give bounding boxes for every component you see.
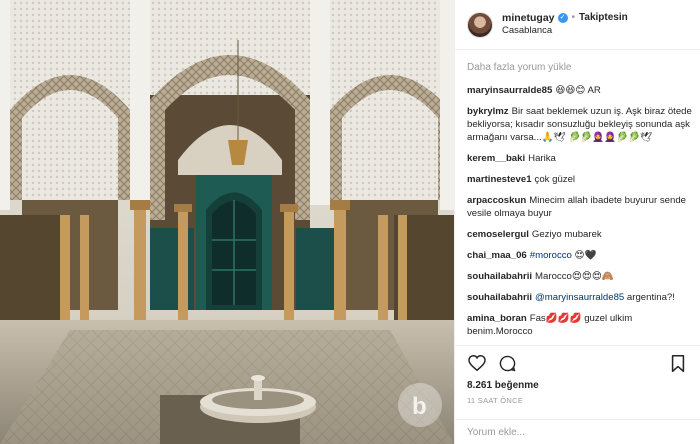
add-comment-input[interactable] (467, 427, 688, 438)
header-info: minetugay ✓ • Takiptesin Casablanca (502, 11, 628, 38)
comment-text: Marocco😍😍😍🙈 (535, 271, 614, 282)
comment-username[interactable]: kerem__baki (467, 153, 525, 164)
post-sidebar: minetugay ✓ • Takiptesin Casablanca Daha… (454, 0, 700, 444)
comment-text: argentina?! (626, 292, 675, 303)
comment-username[interactable]: souhailabahrii (467, 292, 532, 303)
comment-text: 😆😆😊 AR (555, 85, 601, 96)
verified-badge-icon: ✓ (557, 13, 568, 24)
comment-item: bykrylmz Bir saat beklemek uzun iş. Aşk b… (467, 105, 692, 144)
bookmark-icon[interactable] (668, 353, 688, 373)
comment-item: maryinsaurralde85 😆😆😊 AR (467, 84, 692, 97)
comment-username[interactable]: martinesteve1 (467, 174, 532, 185)
post-header: minetugay ✓ • Takiptesin Casablanca (455, 0, 700, 50)
comment-text: Geziyo mubarek (531, 229, 602, 240)
instagram-post: b minetugay ✓ • Takiptesin Casablanca Da… (0, 0, 700, 444)
moroccan-courtyard-image: b (0, 0, 454, 444)
comment-item: cemoselergul Geziyo mubarek (467, 228, 692, 241)
action-bar: 8.261 beğenme 11 SAAT ÖNCE (455, 345, 700, 405)
comment-mention[interactable]: #morocco (530, 250, 572, 261)
comment-mention[interactable]: @maryinsaurralde85 (535, 292, 624, 303)
heart-icon[interactable] (467, 353, 487, 373)
load-more-comments-button[interactable]: Daha fazla yorum yükle (467, 62, 692, 73)
comment-username[interactable]: amina_boran (467, 313, 527, 324)
comment-username[interactable]: chai_maa_06 (467, 250, 527, 261)
comment-username[interactable]: arpaccoskun (467, 195, 526, 206)
comment-item: arpaccoskun Minecim allah ibadete buyurur… (467, 194, 692, 220)
comment-item: kerem__baki Harika (467, 152, 692, 165)
following-button[interactable]: Takiptesin (579, 11, 628, 25)
comment-text: çok güzel (534, 174, 576, 185)
comment-item: chai_maa_06 #morocco 😍🖤 (467, 249, 692, 262)
username-link[interactable]: minetugay (502, 11, 555, 25)
comment-item: souhailabahrii @maryinsaurralde85 argenti… (467, 291, 692, 304)
likes-count[interactable]: 8.261 beğenme (455, 374, 700, 391)
comment-username[interactable]: cemoselergul (467, 229, 529, 240)
avatar[interactable] (467, 11, 493, 38)
comment-username[interactable]: souhailabahrii (467, 271, 532, 282)
comments-container: maryinsaurralde85 😆😆😊 AR bykrylmz Bir saat … (467, 84, 692, 338)
add-comment-area (455, 419, 700, 444)
header-row: minetugay ✓ • Takiptesin (502, 11, 628, 25)
separator-dot: • (571, 12, 576, 24)
post-timestamp[interactable]: 11 SAAT ÖNCE (455, 391, 700, 405)
comment-item: martinesteve1 çok güzel (467, 173, 692, 186)
comment-text: 😍🖤 (574, 250, 597, 261)
comment-username[interactable]: bykrylmz (467, 106, 509, 117)
location-link[interactable]: Casablanca (502, 25, 628, 38)
action-icons (455, 346, 700, 374)
comment-username[interactable]: maryinsaurralde85 (467, 85, 552, 96)
comments-list[interactable]: Daha fazla yorum yükle maryinsaurralde85… (467, 62, 692, 345)
post-photo[interactable]: b (0, 0, 454, 444)
watermark-logo: b (412, 393, 427, 420)
comment-text: Harika (528, 153, 556, 164)
comment-item: souhailabahrii Marocco😍😍😍🙈 (467, 270, 692, 283)
comment-icon[interactable] (497, 353, 517, 373)
comment-item: amina_boran Fas💋💋💋 guzel ulkim benim.Moro… (467, 312, 692, 338)
